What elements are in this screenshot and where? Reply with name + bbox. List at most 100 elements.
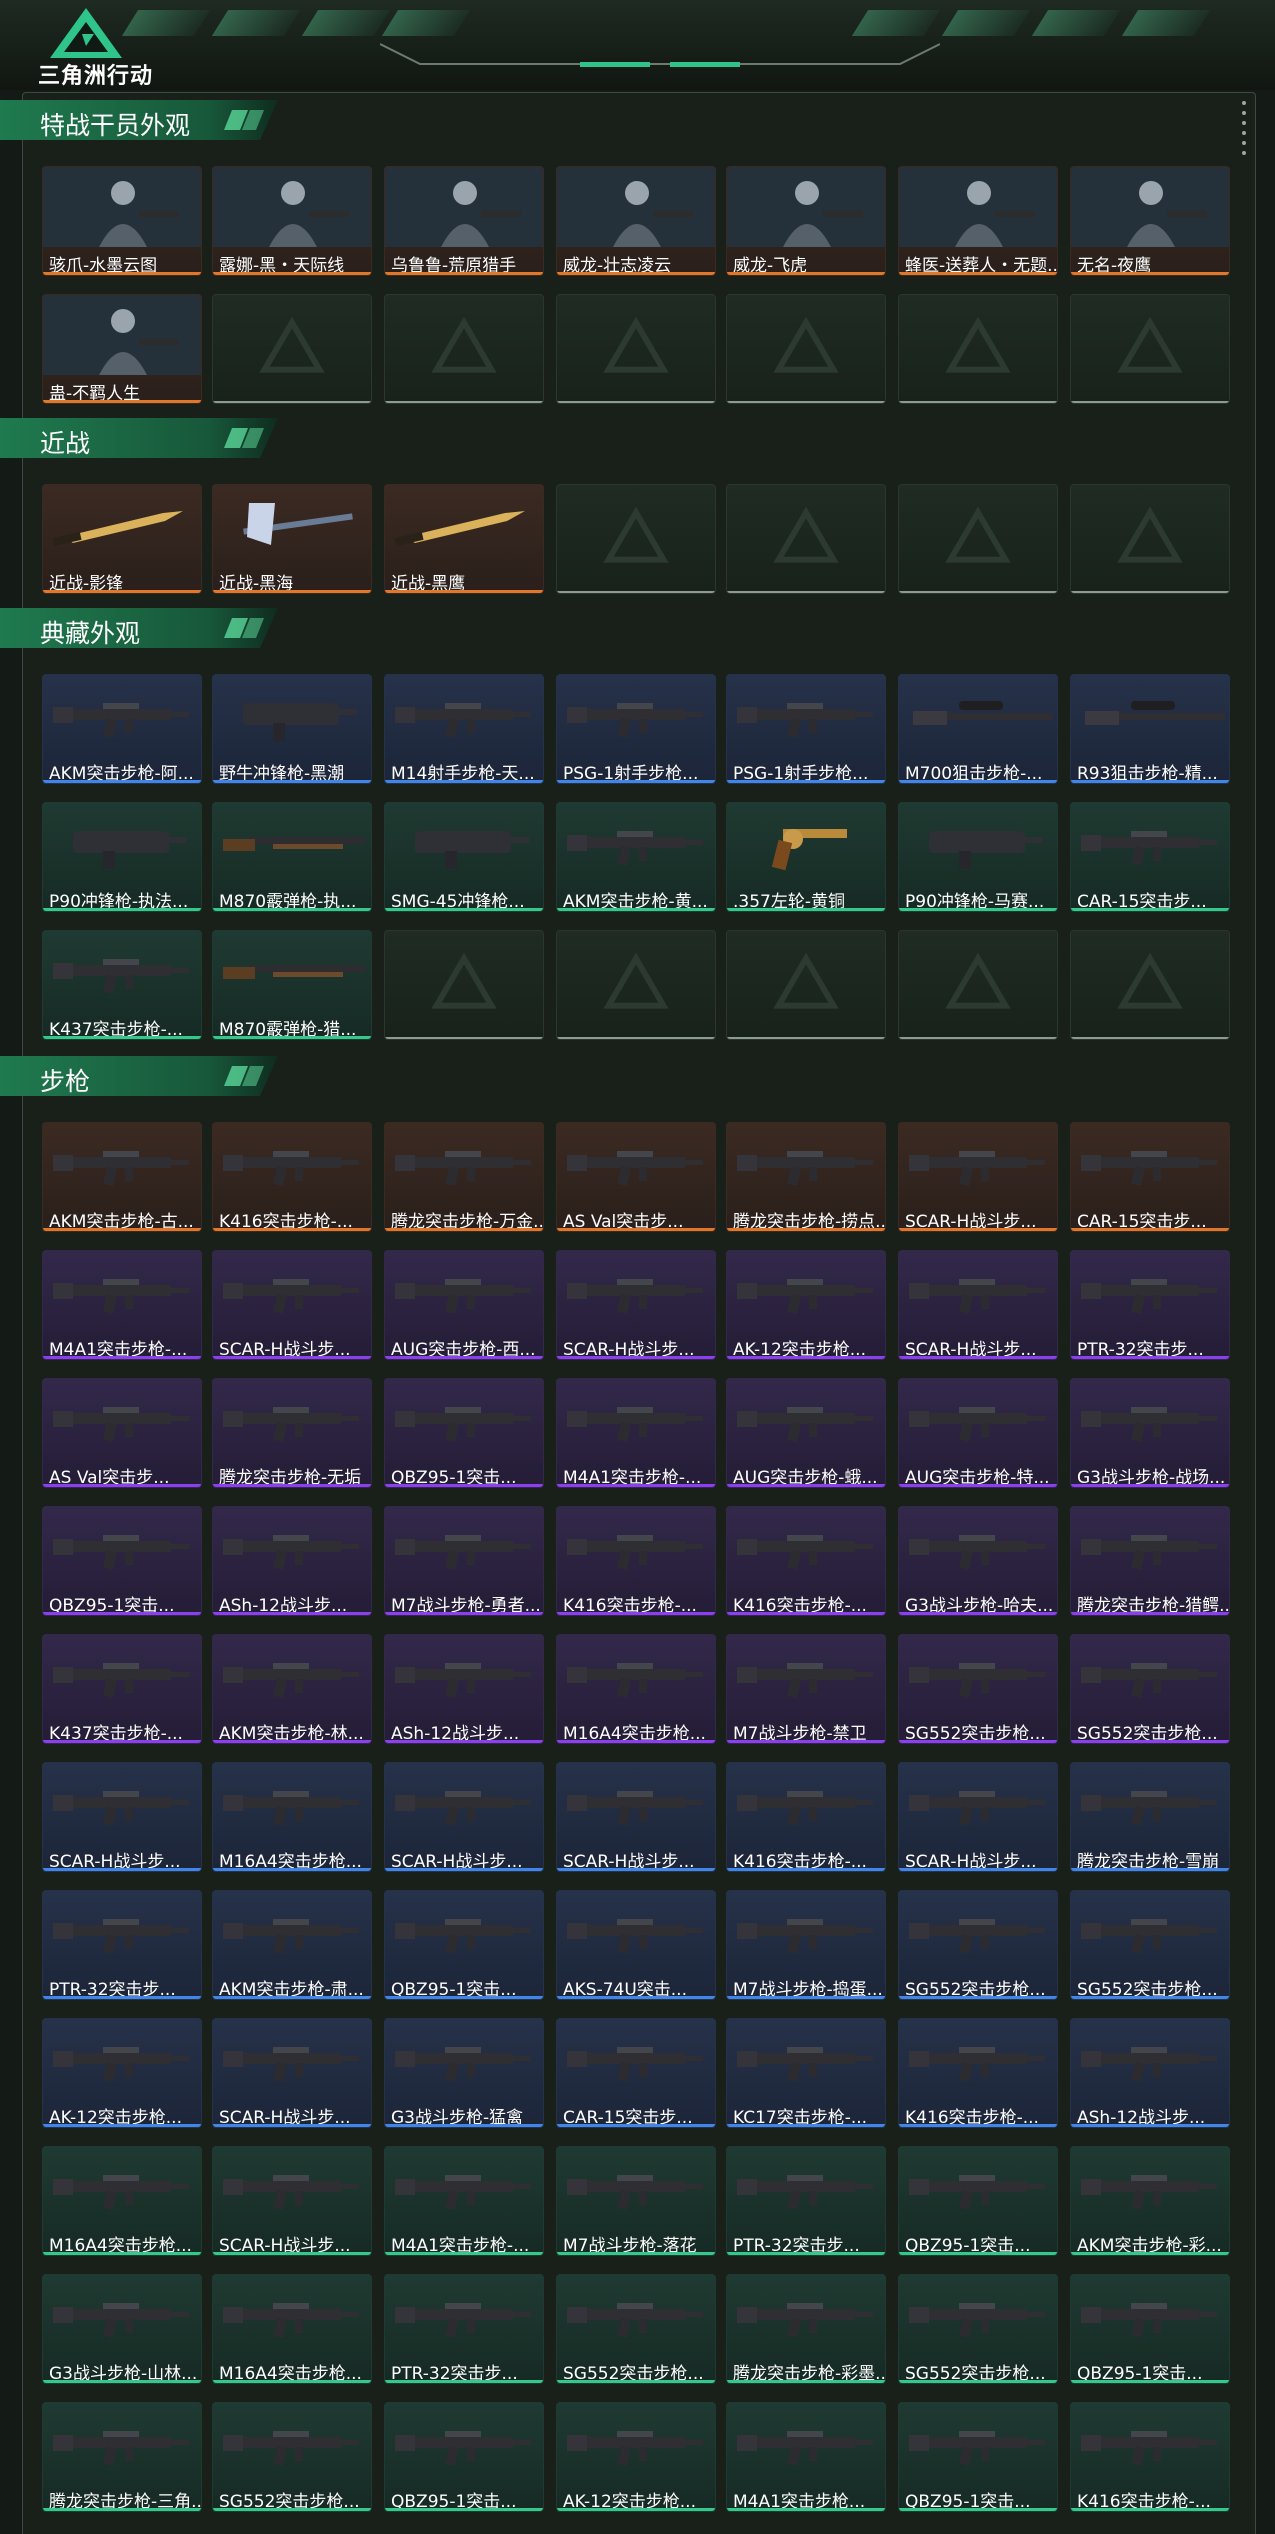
item-card[interactable]: K416突击步枪-... <box>898 2018 1058 2128</box>
item-card[interactable]: SCAR-H战斗步... <box>212 1250 372 1360</box>
item-card[interactable]: SG552突击步枪... <box>212 2402 372 2512</box>
item-card[interactable]: AKM突击步枪-肃... <box>212 1890 372 2000</box>
item-card[interactable]: 腾龙突击步枪-无垢 <box>212 1378 372 1488</box>
item-card[interactable]: SG552突击步枪... <box>1070 1890 1230 2000</box>
item-card[interactable]: AS Val突击步... <box>42 1378 202 1488</box>
item-card[interactable]: M7战斗步枪-落花 <box>556 2146 716 2256</box>
item-card[interactable]: ASh-12战斗步... <box>212 1506 372 1616</box>
item-card[interactable]: M7战斗步枪-禁卫 <box>726 1634 886 1744</box>
item-card[interactable]: 威龙-壮志凌云 <box>556 166 716 276</box>
item-card[interactable]: SCAR-H战斗步... <box>384 1762 544 1872</box>
item-card[interactable]: AUG突击步枪-蛾... <box>726 1378 886 1488</box>
item-card[interactable]: M16A4突击步枪... <box>556 1634 716 1744</box>
item-card[interactable]: PTR-32突击步... <box>1070 1250 1230 1360</box>
item-card[interactable]: M870霰弹枪-猎... <box>212 930 372 1040</box>
item-card[interactable]: P90冲锋枪-执法... <box>42 802 202 912</box>
item-card[interactable]: .357左轮-黄铜 <box>726 802 886 912</box>
item-card[interactable]: QBZ95-1突击... <box>384 1378 544 1488</box>
item-card[interactable]: M4A1突击步枪... <box>726 2402 886 2512</box>
item-card[interactable]: PTR-32突击步... <box>726 2146 886 2256</box>
item-card[interactable]: M4A1突击步枪-... <box>42 1250 202 1360</box>
item-card[interactable]: 腾龙突击步枪-三角... <box>42 2402 202 2512</box>
item-card[interactable]: AKM突击步枪-阿... <box>42 674 202 784</box>
item-card[interactable]: K416突击步枪-... <box>556 1506 716 1616</box>
item-card[interactable]: G3战斗步枪-山林... <box>42 2274 202 2384</box>
item-card[interactable]: SG552突击步枪... <box>1070 1634 1230 1744</box>
item-card[interactable]: 近战-黑海 <box>212 484 372 594</box>
item-card[interactable]: SCAR-H战斗步... <box>212 2146 372 2256</box>
item-card[interactable]: G3战斗步枪-猛禽 <box>384 2018 544 2128</box>
item-card[interactable]: M16A4突击步枪... <box>212 1762 372 1872</box>
item-card[interactable]: CAR-15突击步... <box>1070 802 1230 912</box>
item-card[interactable]: CAR-15突击步... <box>1070 1122 1230 1232</box>
item-card[interactable]: ASh-12战斗步... <box>1070 2018 1230 2128</box>
item-card[interactable]: 近战-黑鹰 <box>384 484 544 594</box>
item-card[interactable]: 腾龙突击步枪-猎鳄... <box>1070 1506 1230 1616</box>
item-card[interactable]: SCAR-H战斗步... <box>898 1122 1058 1232</box>
item-card[interactable]: QBZ95-1突击... <box>1070 2274 1230 2384</box>
item-card[interactable]: QBZ95-1突击... <box>898 2402 1058 2512</box>
item-card[interactable]: AKS-74U突击... <box>556 1890 716 2000</box>
item-card[interactable]: K437突击步枪-... <box>42 930 202 1040</box>
item-card[interactable]: PTR-32突击步... <box>384 2274 544 2384</box>
item-card[interactable]: ASh-12战斗步... <box>384 1634 544 1744</box>
item-card[interactable]: AKM突击步枪-黄... <box>556 802 716 912</box>
item-card[interactable]: K416突击步枪-... <box>212 1122 372 1232</box>
item-card[interactable]: K416突击步枪-... <box>1070 2402 1230 2512</box>
item-card[interactable]: AK-12突击步枪... <box>556 2402 716 2512</box>
item-card[interactable]: 露娜-黑・天际线 <box>212 166 372 276</box>
item-card[interactable]: 无名-夜鹰 <box>1070 166 1230 276</box>
item-card[interactable]: 腾龙突击步枪-彩墨... <box>726 2274 886 2384</box>
item-card[interactable]: M7战斗步枪-捣蛋... <box>726 1890 886 2000</box>
item-card[interactable]: SCAR-H战斗步... <box>556 1250 716 1360</box>
item-card[interactable]: M14射手步枪-天... <box>384 674 544 784</box>
item-card[interactable]: 蜂医-送葬人・无题... <box>898 166 1058 276</box>
item-card[interactable]: QBZ95-1突击... <box>898 2146 1058 2256</box>
item-card[interactable]: M16A4突击步枪... <box>42 2146 202 2256</box>
item-card[interactable]: 腾龙突击步枪-雪崩 <box>1070 1762 1230 1872</box>
item-card[interactable]: PTR-32突击步... <box>42 1890 202 2000</box>
item-card[interactable]: AUG突击步枪-西... <box>384 1250 544 1360</box>
item-card[interactable]: AK-12突击步枪... <box>42 2018 202 2128</box>
item-card[interactable]: 腾龙突击步枪-万金... <box>384 1122 544 1232</box>
item-card[interactable]: SG552突击步枪... <box>556 2274 716 2384</box>
item-card[interactable]: 蛊-不羁人生 <box>42 294 202 404</box>
item-card[interactable]: M700狙击步枪-... <box>898 674 1058 784</box>
item-card[interactable]: PSG-1射手步枪... <box>556 674 716 784</box>
item-card[interactable]: QBZ95-1突击... <box>384 2402 544 2512</box>
item-card[interactable]: M16A4突击步枪... <box>212 2274 372 2384</box>
item-card[interactable]: G3战斗步枪-哈夫... <box>898 1506 1058 1616</box>
item-card[interactable]: G3战斗步枪-战场... <box>1070 1378 1230 1488</box>
item-card[interactable]: M7战斗步枪-勇者... <box>384 1506 544 1616</box>
item-card[interactable]: AS Val突击步... <box>556 1122 716 1232</box>
item-card[interactable]: 野牛冲锋枪-黑潮 <box>212 674 372 784</box>
item-card[interactable]: SG552突击步枪... <box>898 1634 1058 1744</box>
item-card[interactable]: M4A1突击步枪-... <box>384 2146 544 2256</box>
item-card[interactable]: 近战-影锋 <box>42 484 202 594</box>
item-card[interactable]: K437突击步枪-... <box>42 1634 202 1744</box>
item-card[interactable]: 乌鲁鲁-荒原猎手 <box>384 166 544 276</box>
item-card[interactable]: SCAR-H战斗步... <box>898 1250 1058 1360</box>
item-card[interactable]: QBZ95-1突击... <box>384 1890 544 2000</box>
item-card[interactable]: AUG突击步枪-特... <box>898 1378 1058 1488</box>
item-card[interactable]: PSG-1射手步枪... <box>726 674 886 784</box>
item-card[interactable]: SCAR-H战斗步... <box>898 1762 1058 1872</box>
item-card[interactable]: AKM突击步枪-彩... <box>1070 2146 1230 2256</box>
item-card[interactable]: AKM突击步枪-林... <box>212 1634 372 1744</box>
item-card[interactable]: M870霰弹枪-执... <box>212 802 372 912</box>
item-card[interactable]: QBZ95-1突击... <box>42 1506 202 1616</box>
item-card[interactable]: SCAR-H战斗步... <box>42 1762 202 1872</box>
item-card[interactable]: K416突击步枪-... <box>726 1762 886 1872</box>
item-card[interactable]: R93狙击步枪-精... <box>1070 674 1230 784</box>
item-card[interactable]: 腾龙突击步枪-捞点... <box>726 1122 886 1232</box>
item-card[interactable]: AKM突击步枪-古... <box>42 1122 202 1232</box>
item-card[interactable]: 骇爪-水墨云图 <box>42 166 202 276</box>
item-card[interactable]: CAR-15突击步... <box>556 2018 716 2128</box>
item-card[interactable]: P90冲锋枪-马赛... <box>898 802 1058 912</box>
item-card[interactable]: SG552突击步枪... <box>898 1890 1058 2000</box>
item-card[interactable]: SCAR-H战斗步... <box>212 2018 372 2128</box>
item-card[interactable]: SCAR-H战斗步... <box>556 1762 716 1872</box>
item-card[interactable]: SMG-45冲锋枪... <box>384 802 544 912</box>
item-card[interactable]: 威龙-飞虎 <box>726 166 886 276</box>
item-card[interactable]: K416突击步枪-... <box>726 1506 886 1616</box>
